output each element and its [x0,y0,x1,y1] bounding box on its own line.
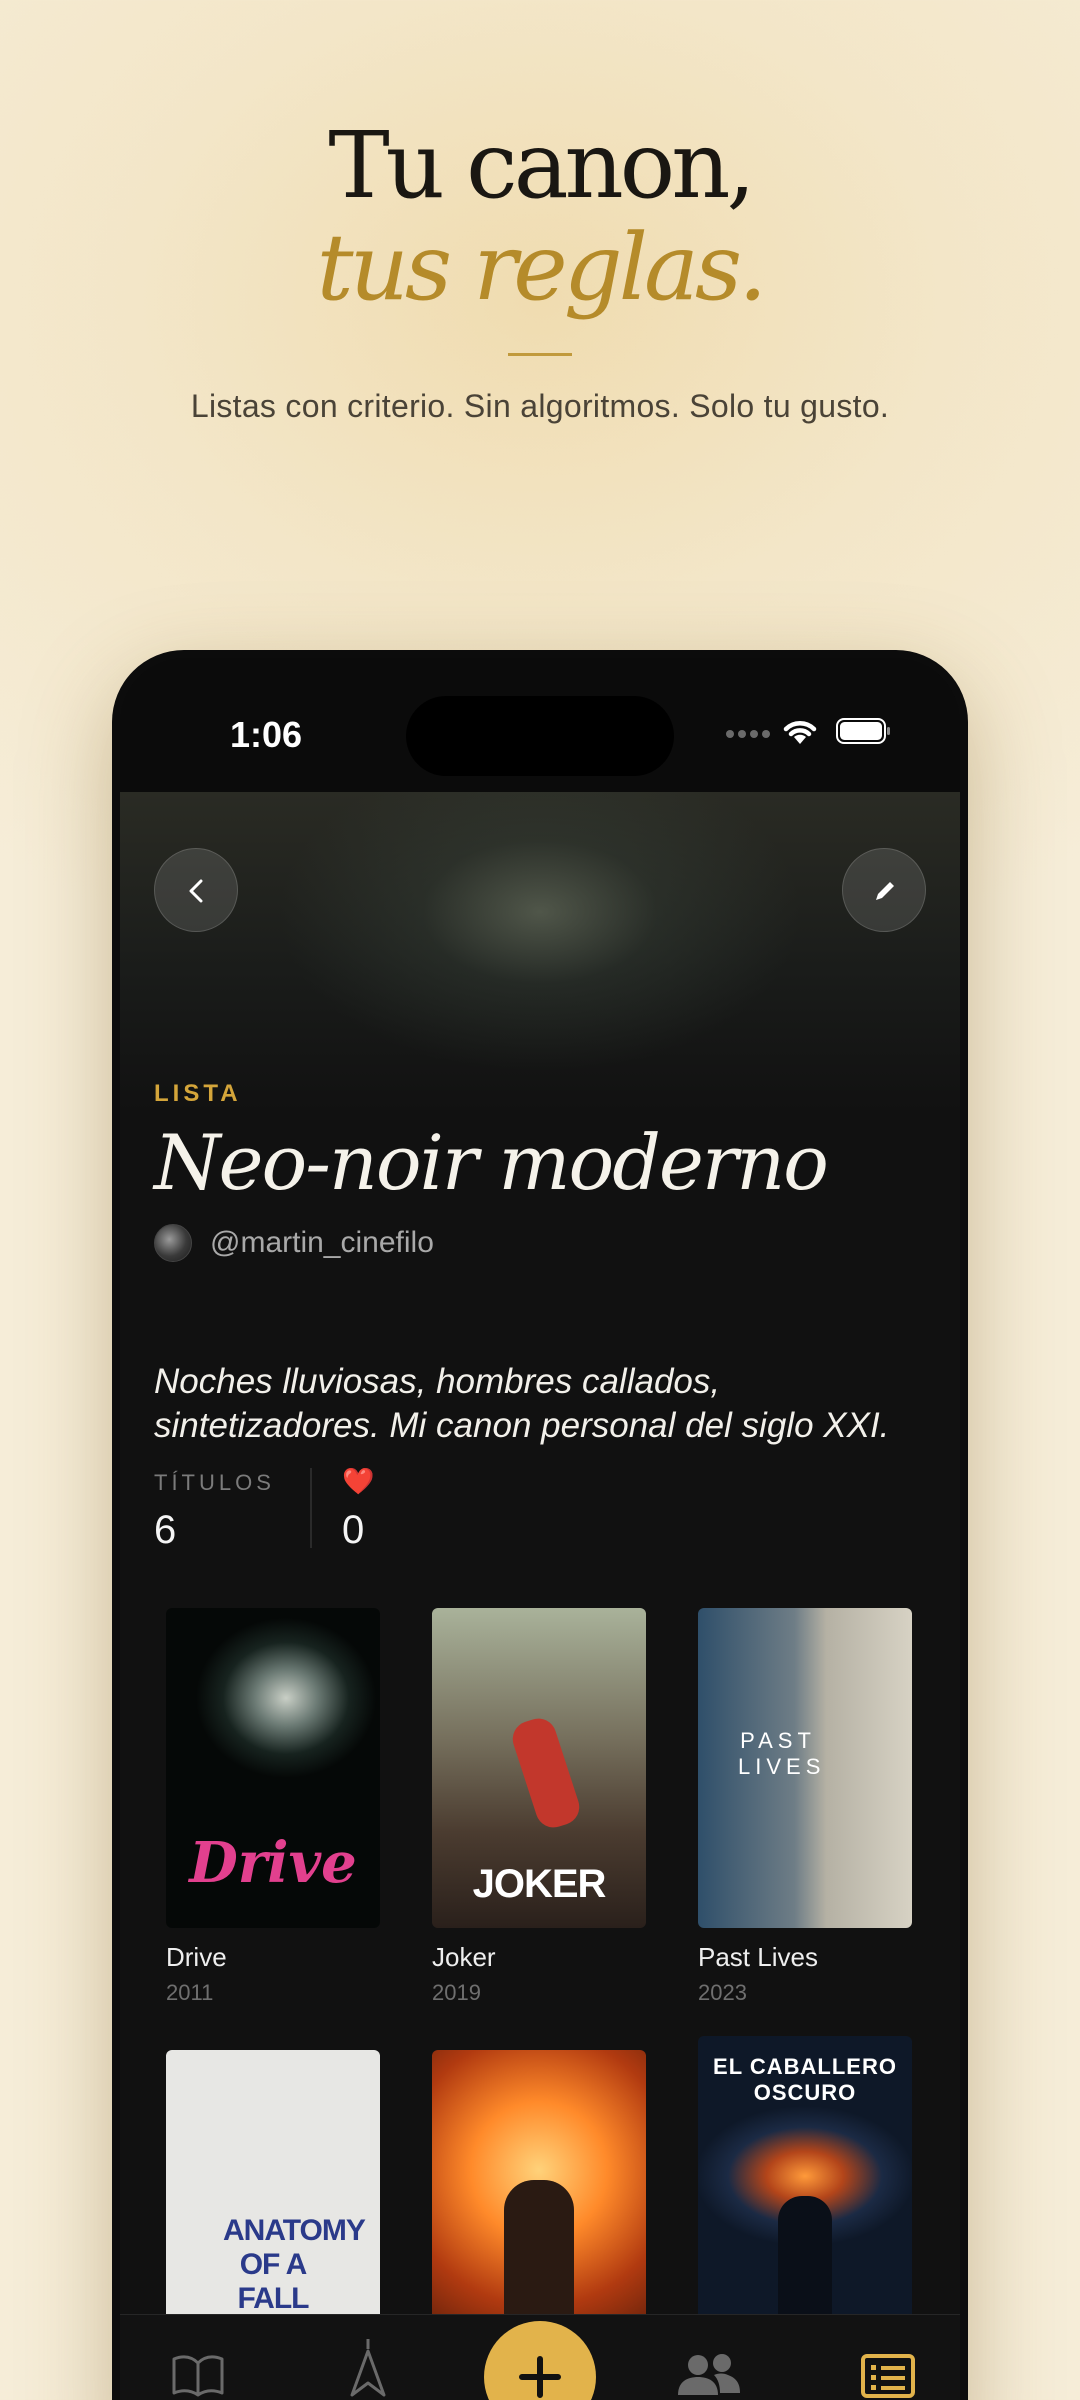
hero-divider [508,353,572,356]
book-icon[interactable] [170,2351,226,2399]
hero-title: Tu canon, [328,112,755,219]
titles-stat-label: TÍTULOS [154,1470,275,1495]
poster-title: ANATOMY OF A FALL [223,2214,366,2315]
film-year: 2023 [698,1980,747,2005]
film-year: 2019 [432,1980,481,2005]
signal-icon [726,730,770,740]
film-poster: PAST LIVES [698,1608,912,1928]
film-title: Joker [432,1942,496,1972]
wifi-icon [783,721,817,744]
dynamic-island [406,696,674,776]
film-poster: EL CABALLERO OSCURO [698,2036,912,2356]
film-poster: Drive [166,1608,380,1928]
list-cover [120,792,960,1112]
compass-icon[interactable] [346,2335,390,2399]
film-title: Drive [166,1942,227,1972]
stats-divider [310,1468,312,1548]
people-icon[interactable] [676,2351,742,2399]
list-eyebrow: LISTA [154,1080,242,1107]
plus-icon [519,2356,561,2398]
phone-frame: 1:06 LISTA Neo-noir moderno @martin_cine… [112,650,968,2400]
lists-icon[interactable] [860,2351,916,2399]
list-title: Neo-noir moderno [154,1118,829,1207]
poster-title: PAST LIVES [738,1728,826,1779]
add-button[interactable] [484,2321,596,2400]
poster-title: JOKER [472,1862,607,1906]
list-description: Noches lluviosas, hombres callados, sint… [154,1362,890,1445]
back-button[interactable] [154,848,238,932]
chevron-left-icon [189,879,203,903]
film-title: Past Lives [698,1942,818,1972]
avatar [154,1224,192,1262]
heart-icon: ❤️ [342,1466,375,1496]
battery-icon [836,718,890,744]
film-poster: JOKER [432,1608,646,1928]
titles-stat-value: 6 [154,1508,177,1552]
likes-stat-value: 0 [342,1508,365,1552]
poster-figure [508,1713,584,1833]
hero-subtitle: Listas con criterio. Sin algoritmos. Sol… [190,388,890,424]
edit-button[interactable] [842,848,926,932]
phone-screen: 1:06 LISTA Neo-noir moderno @martin_cine… [120,658,960,2400]
author-handle: @martin_cinefilo [210,1226,434,1259]
film-year: 2011 [166,1980,214,2005]
status-time: 1:06 [230,714,303,755]
poster-title: Drive [189,1830,357,1896]
status-bar: 1:06 [120,658,960,792]
poster-title: EL CABALLERO OSCURO [713,2054,897,2105]
tab-bar [120,2314,960,2400]
hero-title-italic: tus reglas. [316,214,768,321]
poster-figure [778,2196,832,2316]
pencil-icon [876,882,894,900]
